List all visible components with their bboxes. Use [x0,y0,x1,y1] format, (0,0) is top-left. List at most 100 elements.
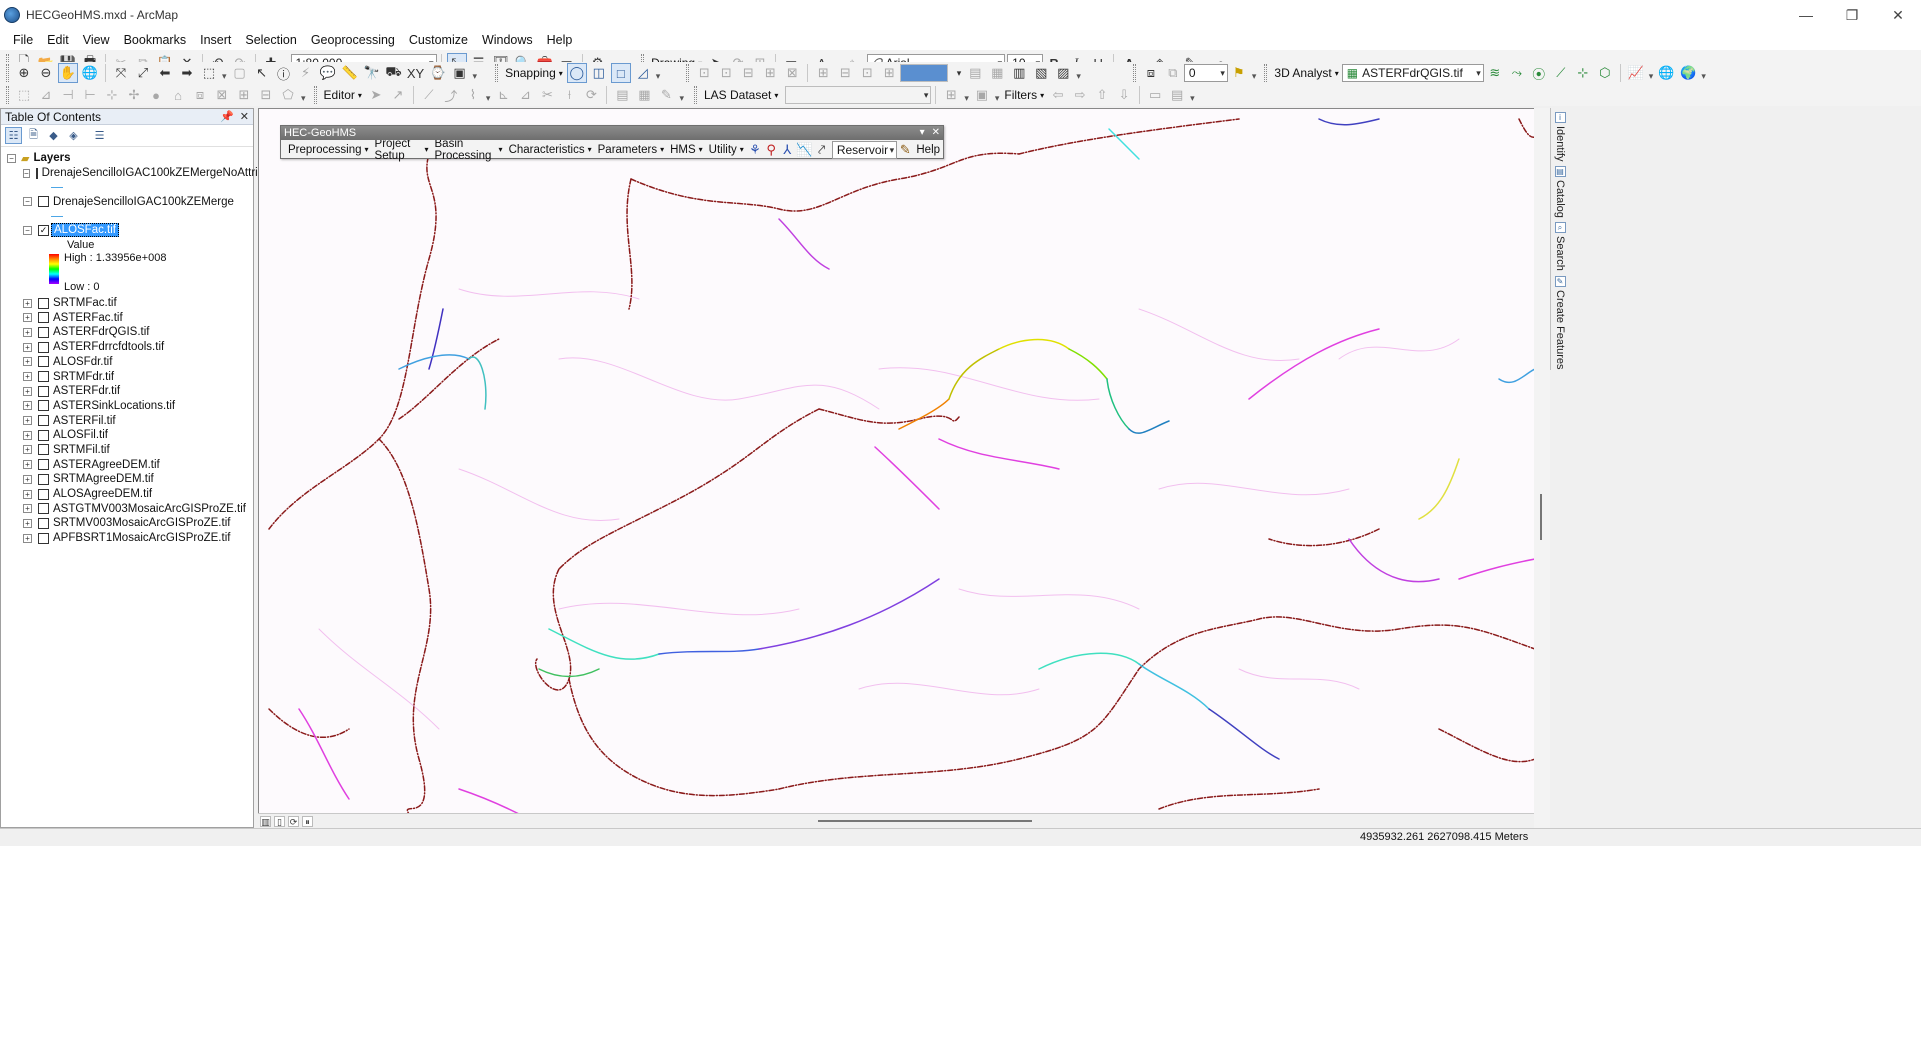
profile-chart-icon[interactable]: 📉 [796,140,812,160]
dock-tab-create-features[interactable]: ✎ Create Features [1552,276,1568,369]
georef-icon[interactable]: ⊠ [782,63,802,83]
layer-row[interactable]: + ASTERFac.tif [1,310,253,325]
chevron-down-icon[interactable]: ▾ [301,93,306,106]
layer-name[interactable]: SRTMFac.tif [53,297,117,309]
layer-visibility-checkbox[interactable] [38,444,49,456]
reshape-icon[interactable]: ⊿ [515,85,535,105]
expand-toggle[interactable]: + [23,298,32,308]
topology-icon[interactable]: ⊞ [234,85,254,105]
toolbar-grip[interactable] [693,86,697,104]
chevron-down-icon[interactable]: ▾ [1190,93,1195,106]
edit-vertices-icon[interactable]: ⊾ [493,85,513,105]
select-features-icon[interactable]: ⬚ [199,63,219,83]
sketch-properties-icon[interactable]: ▦ [634,85,654,105]
expand-toggle[interactable]: − [23,197,32,207]
arcglobe-icon[interactable]: 🌍 [1678,63,1698,83]
expand-toggle[interactable]: + [23,504,32,514]
utility-menu[interactable]: Utility ▾ [706,144,747,156]
basin-processing-menu[interactable]: Basin Processing ▾ [432,138,506,162]
arrow-down-icon[interactable]: ⇩ [1114,85,1134,105]
expand-toggle[interactable]: + [23,518,32,528]
topology-icon[interactable]: ⊠ [212,85,232,105]
restore-button[interactable]: ❐ [1829,0,1875,30]
line-of-sight-icon[interactable]: ⦿ [1529,63,1549,83]
identify-icon[interactable]: ⓘ [274,63,294,83]
topology-icon[interactable]: ⧈ [190,85,210,105]
layer-row[interactable]: − DrenajeSencilloIGAC100kZEMerge [1,194,253,209]
data-view-icon[interactable]: ▥ [260,815,271,827]
list-by-selection-tab[interactable]: ◈ [65,127,82,144]
select-elements-arrow-icon[interactable]: ↖ [252,63,272,83]
horizontal-scrollbar-thumb[interactable] [818,820,1032,822]
georef-icon[interactable]: ⊟ [738,63,758,83]
layer-row[interactable]: + ALOSAgreeDEM.tif [1,487,253,502]
topology-icon[interactable]: ⬚ [14,85,34,105]
georef-icon[interactable]: ⊞ [813,63,833,83]
chevron-down-icon[interactable]: ▾ [964,93,969,106]
expand-toggle[interactable]: + [23,372,32,382]
find-icon[interactable]: 🔭 [362,63,382,83]
hec-geohms-toolbar[interactable]: HEC-GeoHMS ▾ ✕ Preprocessing ▾ Project Se… [280,125,944,162]
snapping-menu[interactable]: Snapping ▾ [502,66,566,80]
close-button[interactable]: ✕ [1875,0,1921,30]
go-to-xy-icon[interactable]: XY [406,63,426,83]
close-icon[interactable]: ✕ [240,109,249,125]
list-by-drawing-order-tab[interactable]: ☷ [5,127,22,144]
steepest-path-icon[interactable]: ⤳ [1507,63,1527,83]
edit-annotation-icon[interactable]: ↗ [388,85,408,105]
rotate-feature-icon[interactable]: ⟳ [581,85,601,105]
point-snapping-icon[interactable]: ◯ [566,63,587,83]
expand-toggle[interactable]: + [23,430,32,440]
georef-icon[interactable]: ⊡ [694,63,714,83]
toolbar-grip[interactable] [6,64,9,82]
layout-icon[interactable]: ▧ [1031,63,1051,83]
layer-visibility-checkbox[interactable] [38,517,49,529]
close-icon[interactable]: ✕ [932,126,940,140]
layer-name[interactable]: ASTERFdrQGIS.tif [53,326,150,338]
layer-row[interactable]: + ASTGTMV003MosaicArcGISProZE.tif [1,501,253,516]
topology-icon[interactable]: ⊿ [36,85,56,105]
layout-icon[interactable]: ▦ [987,63,1007,83]
menu-view[interactable]: View [76,30,117,50]
layer-name[interactable]: ALOSFac.tif [51,223,119,238]
contour-icon[interactable]: ≋ [1485,63,1505,83]
chevron-down-icon[interactable]: ▾ [920,126,925,140]
menu-bookmarks[interactable]: Bookmarks [117,30,194,50]
layer-name[interactable]: SRTMFdr.tif [53,371,114,383]
chevron-down-icon[interactable]: ▾ [1076,71,1081,84]
analyst-layer-combo[interactable]: ▦ ASTERFdrQGIS.tif ▾ [1341,64,1484,82]
edit-tool-icon[interactable]: ➤ [366,85,386,105]
filters-menu[interactable]: Filters ▾ [1001,88,1047,102]
full-extent-icon[interactable]: 🌐 [80,63,100,83]
collapse-toggle[interactable]: − [7,153,16,163]
menu-customize[interactable]: Customize [402,30,475,50]
expand-toggle[interactable]: + [23,313,32,323]
topology-icon[interactable]: ⬠ [278,85,298,105]
expand-toggle[interactable]: + [23,327,32,337]
arrow-left-icon[interactable]: ⇦ [1048,85,1068,105]
georef-icon[interactable]: ⊞ [879,63,899,83]
arrow-right-icon[interactable]: ⇨ [1070,85,1090,105]
toolbar-grip[interactable] [495,64,499,82]
chevron-down-icon[interactable]: ▾ [1649,71,1654,84]
expand-toggle[interactable]: − [23,168,30,178]
arrow-up-icon[interactable]: ⇧ [1092,85,1112,105]
dock-tab-search[interactable]: ⌕ Search [1552,222,1568,271]
expand-toggle[interactable]: + [23,342,32,352]
vertical-scrollbar[interactable] [1534,108,1550,828]
characteristics-menu[interactable]: Characteristics ▾ [506,144,595,156]
layer-row[interactable]: + SRTMFac.tif [1,296,253,311]
layer-name[interactable]: APFBSRT1MosaicArcGISProZE.tif [53,532,230,544]
layer-icon[interactable]: ⧈ [1141,63,1161,83]
layer-name[interactable]: ALOSAgreeDEM.tif [53,488,152,500]
layer-row[interactable]: − ✓ ALOSFac.tif [1,223,253,238]
create-features-icon[interactable]: ✎ [656,85,676,105]
color-ramp-combo[interactable]: ▾ [900,64,961,82]
chevron-down-icon[interactable]: ▾ [995,93,1000,106]
layer-row[interactable]: + ASTERSinkLocations.tif [1,399,253,414]
las-dataset-menu[interactable]: LAS Dataset ▾ [701,88,781,102]
interpolate-line-icon[interactable]: ⟋ [1551,63,1571,83]
add-point-icon[interactable]: ⚲ [764,140,778,160]
layer-name[interactable]: ALOSFdr.tif [53,356,112,368]
clear-selection-icon[interactable]: ▢ [230,63,250,83]
